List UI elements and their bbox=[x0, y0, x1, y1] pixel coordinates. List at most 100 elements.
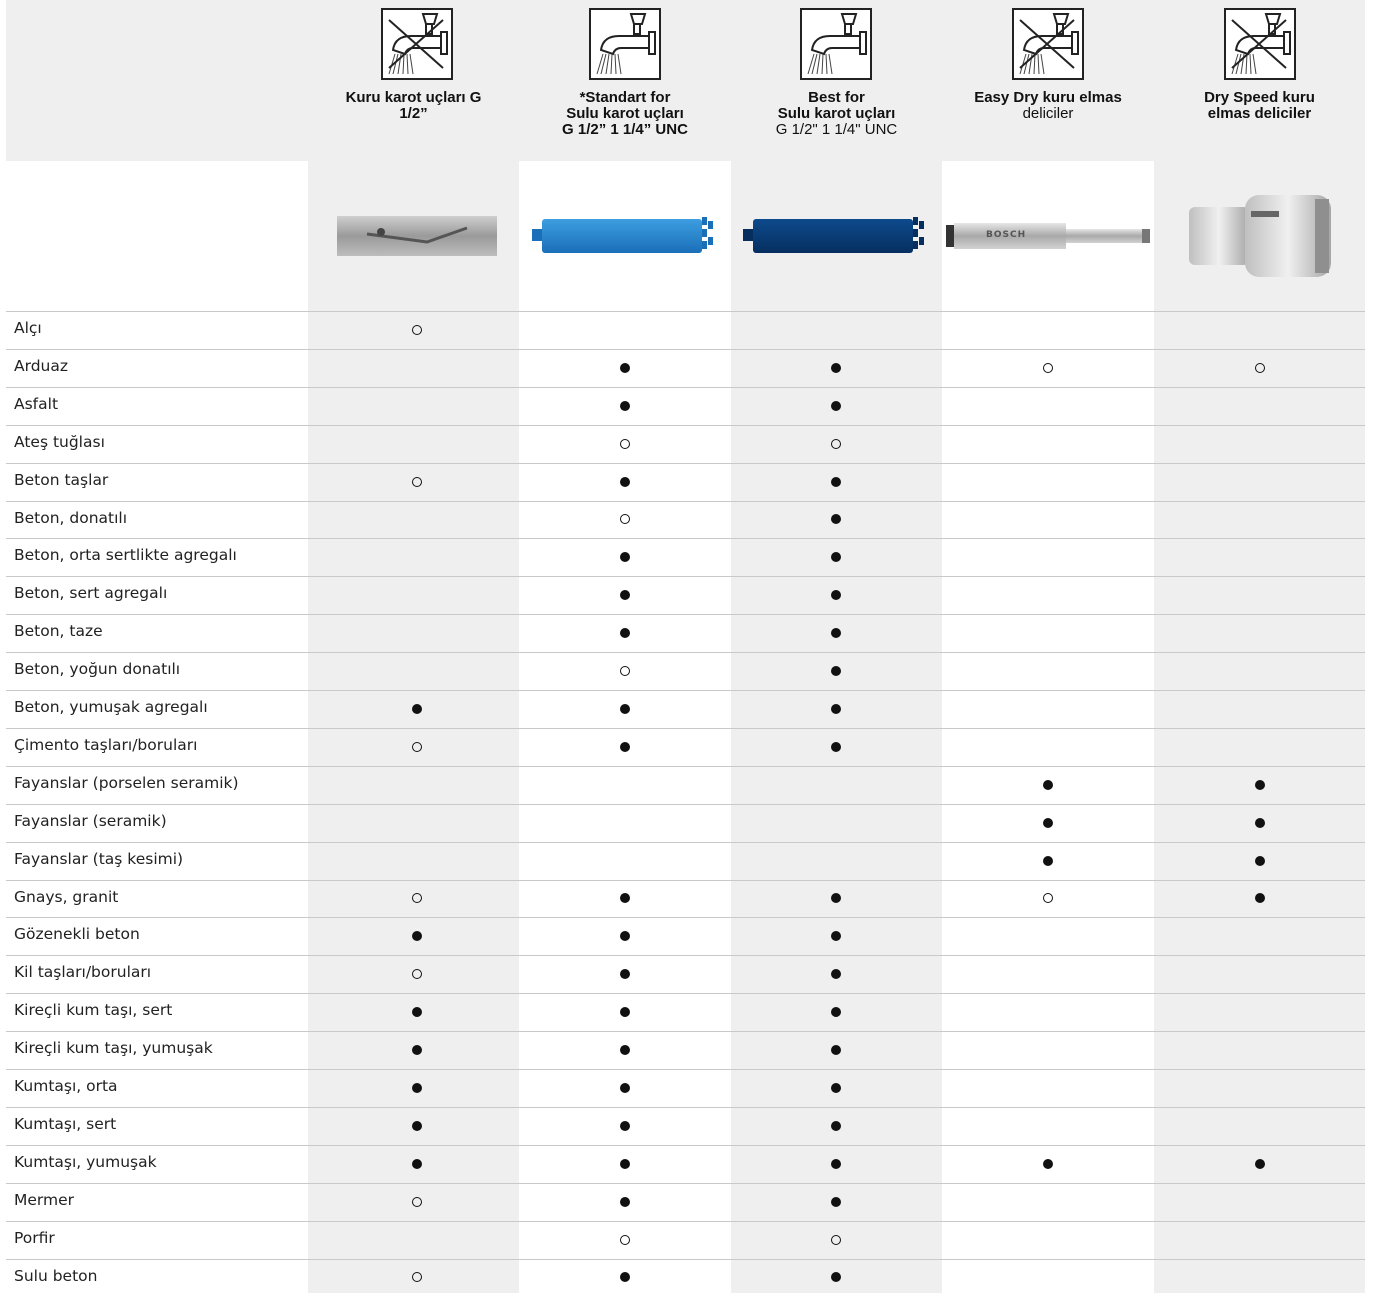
open-circle-icon bbox=[831, 1235, 841, 1245]
row-divider bbox=[6, 766, 1365, 767]
row-label: Beton taşlar bbox=[14, 471, 109, 489]
filled-dot-icon bbox=[831, 666, 841, 676]
filled-dot-icon bbox=[831, 1045, 841, 1055]
filled-dot-icon bbox=[412, 1159, 422, 1169]
row-divider bbox=[6, 1145, 1365, 1146]
filled-dot-icon bbox=[1043, 780, 1053, 790]
column-title: Best for Sulu karot uçları G 1/2" 1 1/4" U… bbox=[739, 90, 934, 138]
filled-dot-icon bbox=[831, 969, 841, 979]
filled-dot-icon bbox=[831, 1159, 841, 1169]
row-label: Kil taşları/boruları bbox=[14, 963, 152, 981]
column-title-line: G 1/2" 1 1/4" UNC bbox=[775, 121, 898, 138]
filled-dot-icon bbox=[620, 590, 630, 600]
filled-dot-icon bbox=[412, 1083, 422, 1093]
column-title-line: Sulu karot uçları bbox=[566, 105, 684, 122]
row-label: Fayanslar (taş kesimi) bbox=[14, 850, 184, 868]
filled-dot-icon bbox=[620, 969, 630, 979]
filled-dot-icon bbox=[1043, 818, 1053, 828]
row-label: Çimento taşları/boruları bbox=[14, 736, 198, 754]
filled-dot-icon bbox=[620, 628, 630, 638]
row-divider bbox=[6, 1031, 1365, 1032]
row-label: Kumtaşı, orta bbox=[14, 1077, 118, 1095]
filled-dot-icon bbox=[620, 742, 630, 752]
open-circle-icon bbox=[412, 742, 422, 752]
column-header: *Standart for Sulu karot uçları G 1/2” 1 1… bbox=[519, 0, 731, 161]
row-label: Kumtaşı, yumuşak bbox=[14, 1153, 157, 1171]
row-label: Sulu beton bbox=[14, 1267, 98, 1285]
row-label: Beton, yoğun donatılı bbox=[14, 660, 181, 678]
row-divider bbox=[6, 880, 1365, 881]
open-circle-icon bbox=[620, 666, 630, 676]
filled-dot-icon bbox=[831, 477, 841, 487]
open-circle-icon bbox=[831, 439, 841, 449]
column-title: *Standart for Sulu karot uçları G 1/2” 1 1… bbox=[527, 90, 723, 138]
column-title-line: deliciler bbox=[1022, 105, 1074, 122]
row-label: Beton, sert agregalı bbox=[14, 584, 168, 602]
row-divider bbox=[6, 1107, 1365, 1108]
filled-dot-icon bbox=[620, 893, 630, 903]
column-title: Dry Speed kuru elmas deliciler bbox=[1162, 90, 1357, 122]
row-divider bbox=[6, 1259, 1365, 1260]
column-title-line: G 1/2” 1 1/4” UNC bbox=[562, 121, 688, 138]
filled-dot-icon bbox=[831, 401, 841, 411]
filled-dot-icon bbox=[620, 1083, 630, 1093]
open-circle-icon bbox=[620, 1235, 630, 1245]
filled-dot-icon bbox=[831, 628, 841, 638]
filled-dot-icon bbox=[412, 1121, 422, 1131]
row-label: Kireçli kum taşı, yumuşak bbox=[14, 1039, 213, 1057]
column-background bbox=[731, 0, 942, 1293]
filled-dot-icon bbox=[1255, 856, 1265, 866]
column-background bbox=[308, 0, 519, 1293]
row-divider bbox=[6, 1069, 1365, 1070]
best-wet-core-bit-image bbox=[741, 211, 931, 265]
row-label: Fayanslar (seramik) bbox=[14, 812, 167, 830]
row-divider bbox=[6, 993, 1365, 994]
filled-dot-icon bbox=[1255, 818, 1265, 828]
column-title-line: Dry Speed kuru bbox=[1204, 89, 1315, 106]
filled-dot-icon bbox=[1255, 893, 1265, 903]
open-circle-icon bbox=[412, 1272, 422, 1282]
dry-icon bbox=[1224, 8, 1296, 80]
filled-dot-icon bbox=[620, 401, 630, 411]
row-divider bbox=[6, 576, 1365, 577]
filled-dot-icon bbox=[412, 1045, 422, 1055]
standard-wet-core-bit-image bbox=[530, 211, 720, 265]
row-label: Asfalt bbox=[14, 395, 59, 413]
filled-dot-icon bbox=[831, 704, 841, 714]
filled-dot-icon bbox=[620, 1272, 630, 1282]
row-divider bbox=[6, 1221, 1365, 1222]
easy-dry-drill-bit-image: BOSCH bbox=[946, 219, 1150, 257]
row-divider bbox=[6, 463, 1365, 464]
bit-logo-text: BOSCH bbox=[986, 230, 1027, 240]
open-circle-icon bbox=[1255, 363, 1265, 373]
filled-dot-icon bbox=[1255, 1159, 1265, 1169]
row-divider bbox=[6, 955, 1365, 956]
row-label: Beton, donatılı bbox=[14, 509, 128, 527]
filled-dot-icon bbox=[831, 931, 841, 941]
row-divider bbox=[6, 538, 1365, 539]
row-divider bbox=[6, 614, 1365, 615]
row-divider bbox=[6, 652, 1365, 653]
open-circle-icon bbox=[412, 969, 422, 979]
column-title-line: Kuru karot uçları G bbox=[345, 89, 482, 106]
filled-dot-icon bbox=[412, 931, 422, 941]
row-label: Mermer bbox=[14, 1191, 75, 1209]
filled-dot-icon bbox=[620, 1197, 630, 1207]
row-divider bbox=[6, 349, 1365, 350]
filled-dot-icon bbox=[831, 1083, 841, 1093]
column-header: Kuru karot uçları G 1/2” bbox=[308, 0, 519, 161]
row-divider bbox=[6, 690, 1365, 691]
row-label: Beton, orta sertlikte agregalı bbox=[14, 546, 237, 564]
filled-dot-icon bbox=[412, 704, 422, 714]
column-title-line: Sulu karot uçları bbox=[777, 105, 896, 122]
open-circle-icon bbox=[412, 893, 422, 903]
row-label: Fayanslar (porselen seramik) bbox=[14, 774, 239, 792]
row-divider bbox=[6, 425, 1365, 426]
filled-dot-icon bbox=[1043, 1159, 1053, 1169]
wet-icon bbox=[800, 8, 872, 80]
row-label: Beton, taze bbox=[14, 622, 103, 640]
filled-dot-icon bbox=[620, 1045, 630, 1055]
row-divider bbox=[6, 842, 1365, 843]
filled-dot-icon bbox=[831, 1007, 841, 1017]
open-circle-icon bbox=[412, 477, 422, 487]
